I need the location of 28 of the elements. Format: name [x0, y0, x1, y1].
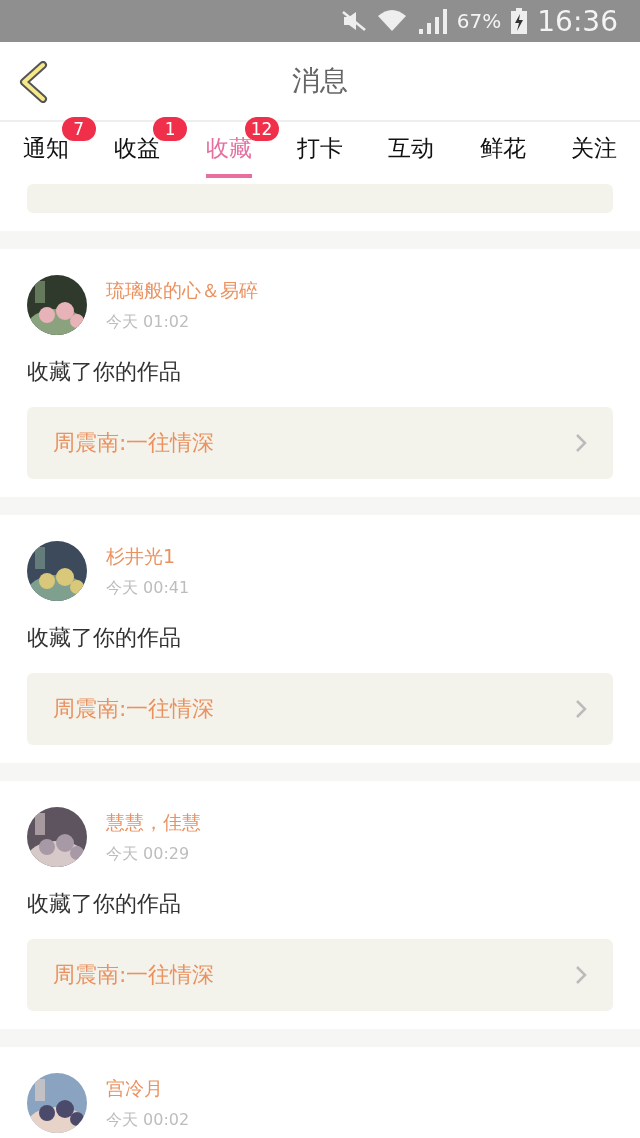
message-time: 今天 00:41 [106, 577, 190, 599]
mute-icon [340, 10, 367, 32]
message-text: 收藏了你的作品 [27, 890, 182, 918]
user-name[interactable]: 杉井光1 [106, 543, 190, 570]
battery-charging-icon [511, 8, 528, 34]
work-link[interactable]: 周震南:一往情深 [27, 407, 613, 479]
chevron-right-icon [575, 965, 587, 985]
page-title: 消息 [292, 63, 348, 99]
user-name[interactable]: 琉璃般的心＆易碎 [106, 277, 258, 304]
signal-icon [416, 8, 447, 34]
message-time: 今天 00:02 [106, 1109, 190, 1131]
message-text: 收藏了你的作品 [27, 358, 182, 386]
work-link[interactable]: 周震南:一往情深 [27, 673, 613, 745]
tab[interactable]: 关注 [571, 128, 618, 178]
user-name[interactable]: 宫冷月 [106, 1075, 190, 1102]
chevron-right-icon [575, 433, 587, 453]
message-time: 今天 00:29 [106, 843, 191, 865]
battery-percent: 67% [456, 9, 502, 33]
tab[interactable]: 打卡 [296, 128, 343, 178]
user-name[interactable]: 慧慧，佳慧 [106, 809, 201, 836]
clock: 16:36 [537, 4, 618, 38]
back-icon[interactable] [18, 61, 48, 103]
tab[interactable]: 互动 [388, 128, 435, 178]
tab[interactable]: 鲜花 [479, 128, 526, 178]
work-link[interactable]: 周震南:一往情深 [27, 939, 613, 1011]
message-time: 今天 01:02 [106, 311, 191, 333]
message-text: 收藏了你的作品 [27, 624, 182, 652]
chevron-right-icon [575, 699, 587, 719]
